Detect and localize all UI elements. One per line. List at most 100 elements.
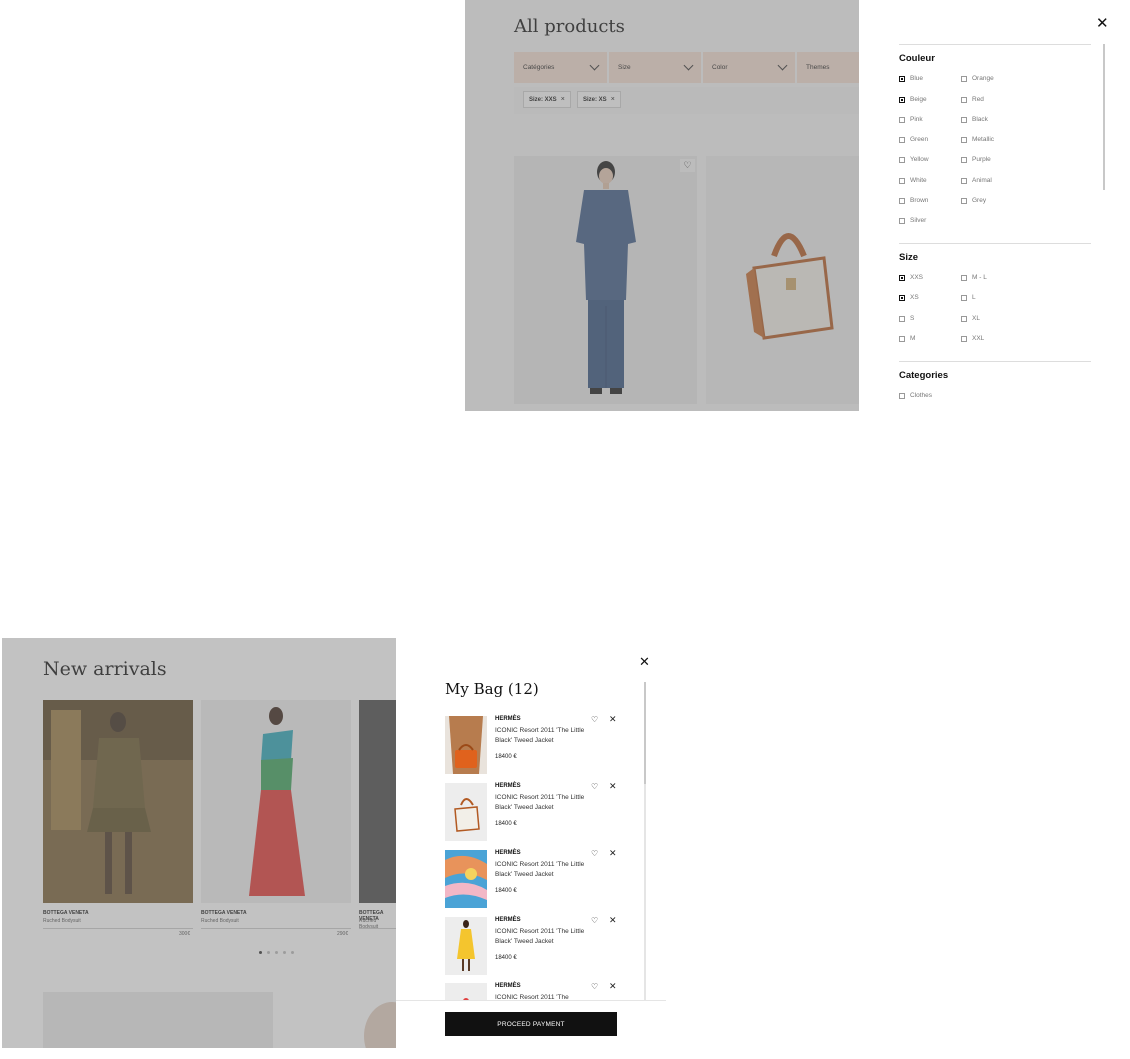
size-option-xl[interactable]: XL [961,315,980,322]
close-icon[interactable]: ✕ [609,714,617,725]
size-option-xxs[interactable]: XXS [899,274,923,281]
checkbox[interactable] [899,156,905,163]
product-name: ICONIC Resort 2011 'The Little Black' Tw… [495,861,585,878]
color-option-blue[interactable]: Blue [899,75,923,82]
color-option-metallic[interactable]: Metallic [961,136,994,143]
divider [899,243,1091,244]
close-icon[interactable]: ✕ [609,781,617,792]
scrollbar[interactable] [644,682,646,784]
section-title-couleur: Couleur [899,53,935,64]
size-option-m-l[interactable]: M - L [961,274,987,281]
size-option-xxl[interactable]: XXL [961,335,984,342]
modal-backdrop[interactable] [2,638,396,1048]
checkbox[interactable] [899,294,905,301]
product-price: 18400 € [495,754,517,760]
product-image[interactable] [445,917,487,975]
product-price: 18400 € [495,888,517,894]
checkbox[interactable] [961,136,967,143]
close-icon[interactable]: ✕ [1096,14,1109,32]
heart-icon[interactable]: ♡ [591,982,598,991]
checkbox[interactable] [899,217,905,224]
option-label: Purple [972,156,991,163]
close-icon[interactable]: ✕ [609,981,617,992]
product-name: ICONIC Resort 2011 'The Little Black' Tw… [495,928,585,945]
color-option-pink[interactable]: Pink [899,116,923,123]
option-label: Black [972,116,988,123]
checkbox[interactable] [961,315,967,322]
checkbox[interactable] [961,274,967,281]
checkbox[interactable] [961,197,967,204]
color-option-silver[interactable]: Silver [899,217,926,224]
option-label: XXL [972,335,985,342]
option-label: Silver [910,217,927,224]
color-option-brown[interactable]: Brown [899,197,928,204]
scrollbar[interactable] [1103,44,1105,190]
checkbox[interactable] [899,197,905,204]
checkbox[interactable] [961,335,967,342]
color-option-green[interactable]: Green [899,136,928,143]
heart-icon[interactable]: ♡ [591,782,598,791]
color-option-red[interactable]: Red [961,96,984,103]
product-name: ICONIC Resort 2011 'The Little Black' Tw… [495,727,585,744]
color-option-yellow[interactable]: Yellow [899,156,929,163]
checkbox[interactable] [961,116,967,123]
product-brand: HERMÈS [495,917,521,923]
color-option-orange[interactable]: Orange [961,75,994,82]
size-option-s[interactable]: S [899,315,914,322]
product-image[interactable] [445,783,487,841]
product-image[interactable] [445,850,487,908]
color-option-animal[interactable]: Animal [961,177,992,184]
product-image[interactable] [445,716,487,774]
heart-icon[interactable]: ♡ [591,916,598,925]
color-option-beige[interactable]: Beige [899,96,927,103]
heart-icon[interactable]: ♡ [591,849,598,858]
size-option-xs[interactable]: XS [899,294,919,301]
catalog-page: All products Catégories Size Color Theme… [465,0,859,411]
checkbox[interactable] [899,136,905,143]
color-option-black[interactable]: Black [961,116,988,123]
checkbox[interactable] [961,96,967,103]
product-price: 18400 € [495,821,517,827]
product-brand: HERMÈS [495,783,521,789]
filter-panel: Couleur Blue Beige Pink Green Yellow Whi… [859,0,1114,411]
modal-backdrop[interactable] [465,0,859,411]
option-label: XS [910,294,919,301]
checkbox[interactable] [899,96,905,103]
checkbox[interactable] [899,177,905,184]
option-label: Grey [972,197,987,204]
product-brand: HERMÈS [495,983,521,989]
size-option-l[interactable]: L [961,294,976,301]
option-label: Blue [910,75,924,82]
close-icon[interactable]: ✕ [639,654,650,670]
checkbox[interactable] [899,75,905,82]
option-label: XXS [910,274,924,281]
close-icon[interactable]: ✕ [609,915,617,926]
proceed-payment-button[interactable]: PROCEED PAYMENT [445,1012,617,1036]
product-brand: HERMÈS [495,850,521,856]
bag-item: HERMÈS ICONIC Resort 2011 'The Little Bl… [445,915,640,977]
heart-icon[interactable]: ♡ [591,715,598,724]
checkbox[interactable] [899,116,905,123]
divider [899,44,1091,45]
color-option-purple[interactable]: Purple [961,156,991,163]
checkbox[interactable] [961,294,967,301]
checkbox[interactable] [899,274,905,281]
checkbox[interactable] [961,75,967,82]
size-option-m[interactable]: M [899,335,915,342]
option-label: White [910,177,927,184]
checkbox[interactable] [899,392,905,399]
option-label: Pink [910,116,923,123]
option-label: M - L [972,274,987,281]
section-title-size: Size [899,252,919,263]
category-option-clothes[interactable]: Clothes [899,392,932,399]
checkbox[interactable] [899,335,905,342]
close-icon[interactable]: ✕ [609,848,617,859]
checkbox[interactable] [899,315,905,322]
checkbox[interactable] [961,156,967,163]
color-option-grey[interactable]: Grey [961,197,986,204]
color-option-white[interactable]: White [899,177,927,184]
checkbox[interactable] [961,177,967,184]
bag-item: HERMÈS ICONIC Resort 2011 'The Little Bl… [445,714,640,776]
bag-item: HERMÈS ICONIC Resort 2011 'The Little Bl… [445,781,640,843]
store-page: New arrivals BOTTEGA VENETA Ruched Bodys… [2,638,396,1048]
